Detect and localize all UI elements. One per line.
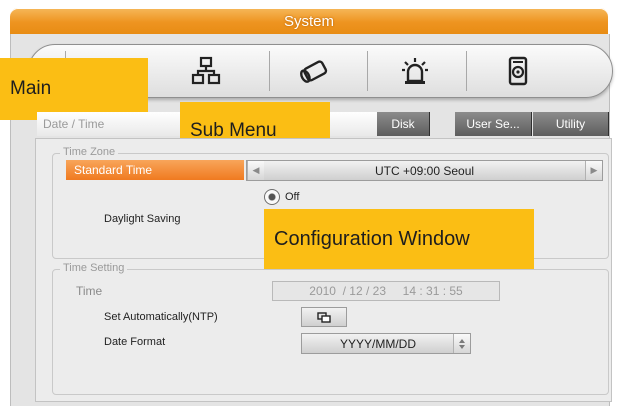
chevron-left-icon[interactable]: ◀ xyxy=(247,161,264,180)
time-field[interactable]: 2010 / 12 / 23 14 : 31 : 55 xyxy=(272,281,500,301)
ntp-label: Set Automatically(NTP) xyxy=(104,311,218,323)
tab-utility[interactable]: Utility xyxy=(533,112,609,136)
tab-user-settings[interactable]: User Se... xyxy=(455,112,532,136)
date-format-value: YYYY/MM/DD xyxy=(339,336,416,351)
standard-time-select[interactable]: ◀ UTC +09:00 Seoul ▶ xyxy=(246,160,603,181)
window-title: System xyxy=(283,13,334,30)
title-bar: System xyxy=(10,8,608,34)
configuration-window-callout: Configuration Window xyxy=(264,209,534,269)
menu-separator xyxy=(269,51,270,91)
main-callout: Main xyxy=(0,58,148,120)
tab-disk[interactable]: Disk xyxy=(377,112,430,136)
window-icon xyxy=(317,311,331,323)
chevron-right-icon[interactable]: ▶ xyxy=(585,161,602,180)
camera-icon[interactable] xyxy=(297,55,331,87)
time-zone-legend: Time Zone xyxy=(60,146,119,158)
ntp-settings-button[interactable] xyxy=(301,307,347,327)
up-down-arrows-icon[interactable] xyxy=(453,334,470,353)
daylight-off-radio[interactable] xyxy=(264,189,280,205)
time-label: Time xyxy=(76,284,103,298)
configuration-window: Time Zone Standard Time ◀ UTC +09:00 Seo… xyxy=(35,138,612,402)
date-format-select[interactable]: YYYY/MM/DD xyxy=(301,333,471,354)
menu-separator xyxy=(466,51,467,91)
time-setting-legend: Time Setting xyxy=(60,262,128,274)
network-icon[interactable] xyxy=(189,55,223,87)
disk-icon[interactable] xyxy=(501,55,535,87)
standard-time-label[interactable]: Standard Time xyxy=(66,160,244,180)
alarm-icon[interactable] xyxy=(398,55,432,87)
daylight-saving-label: Daylight Saving xyxy=(104,213,181,225)
daylight-off-label: Off xyxy=(285,191,300,203)
menu-separator xyxy=(367,51,368,91)
standard-time-value: UTC +09:00 Seoul xyxy=(374,163,475,178)
date-format-label: Date Format xyxy=(104,336,166,348)
